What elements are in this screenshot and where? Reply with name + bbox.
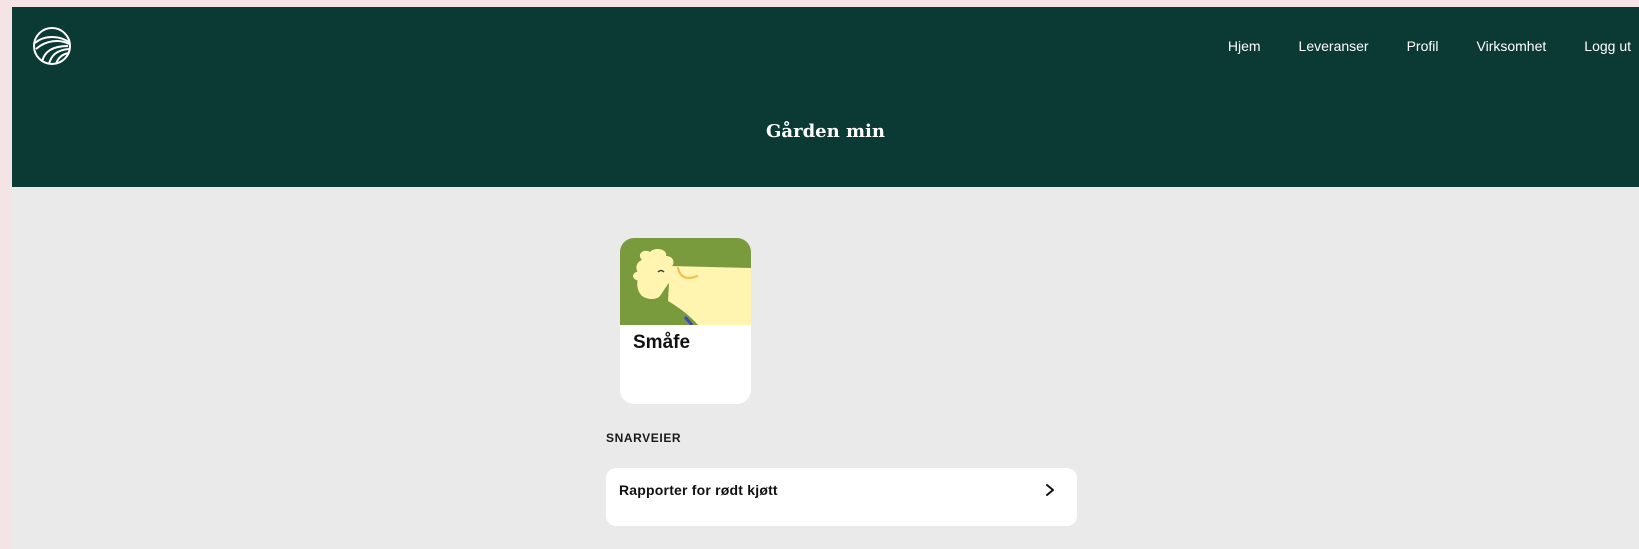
nav-item-hjem[interactable]: Hjem: [1228, 38, 1261, 54]
nav-item-logg-ut[interactable]: Logg ut: [1584, 38, 1631, 54]
animal-card-title: Småfe: [633, 332, 691, 353]
shortcuts-heading: SNARVEIER: [606, 431, 682, 445]
animal-card-smafe[interactable]: Småfe: [620, 238, 751, 404]
nav-item-virksomhet[interactable]: Virksomhet: [1477, 38, 1547, 54]
main-nav: Hjem Leveranser Profil Virksomhet Logg u…: [1228, 34, 1639, 58]
sheep-illustration: [620, 238, 751, 325]
page-title: Gården min: [766, 121, 885, 142]
field-globe-logo-icon[interactable]: [32, 26, 72, 66]
chevron-right-icon: [1046, 484, 1054, 496]
top-header: Hjem Leveranser Profil Virksomhet Logg u…: [12, 7, 1639, 187]
nav-item-leveranser[interactable]: Leveranser: [1299, 38, 1369, 54]
shortcut-rodt-kjott[interactable]: Rapporter for rødt kjøtt: [606, 468, 1077, 526]
shortcut-label: Rapporter for rødt kjøtt: [619, 482, 778, 498]
nav-item-profil[interactable]: Profil: [1407, 38, 1439, 54]
app-window: Hjem Leveranser Profil Virksomhet Logg u…: [12, 7, 1639, 549]
